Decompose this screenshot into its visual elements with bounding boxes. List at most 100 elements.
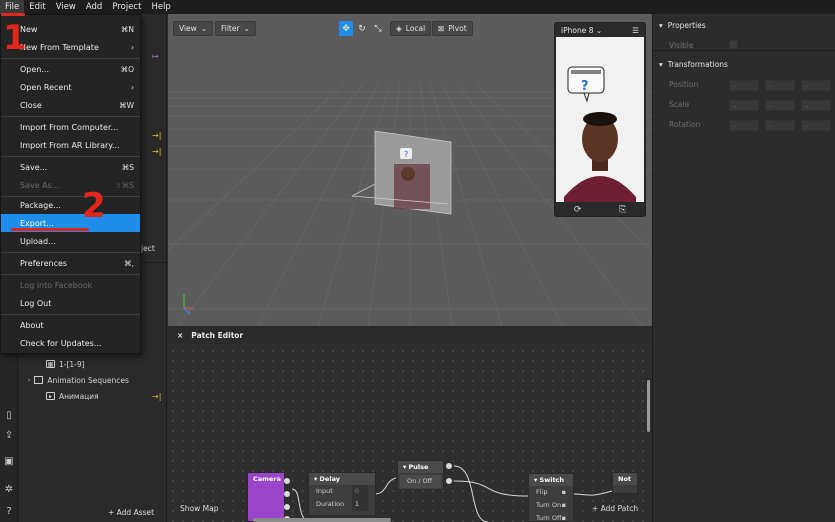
not-patch[interactable]: Not [612,472,638,494]
delay-patch[interactable]: ▾ Delay Input 0 Duration 1 [308,472,376,516]
share-icon[interactable]: ⇪ [3,430,15,442]
device-icon[interactable]: ▯ [3,410,15,422]
scale-tool-icon[interactable]: ⤡ [371,21,385,36]
switch-patch-title: ▾ Switch [529,474,573,486]
svg-text:?: ? [404,150,408,159]
preview-screen[interactable]: ? [556,37,644,202]
menu-item-open-recent[interactable]: Open Recent › [1,78,140,96]
rotation-z-field[interactable]: – [801,120,831,131]
menu-separator [1,116,140,117]
output-port[interactable] [284,504,290,510]
output-port[interactable] [446,463,452,469]
menu-separator [1,274,140,275]
position-label: Position [669,80,699,89]
menu-separator [1,156,140,157]
menu-item-check-for-updates[interactable]: Check for Updates... [1,334,140,352]
folder-add-icon[interactable]: ▣ [3,456,15,468]
menu-item-import-from-ar-library[interactable]: Import From AR Library... [1,136,140,154]
position-z-field[interactable]: – [801,80,831,91]
menu-item-close[interactable]: Close ⌘W [1,96,140,114]
position-x-field[interactable]: – [729,80,759,91]
divider [653,50,835,51]
chevron-down-icon: ⌄ [243,24,250,33]
help-icon[interactable]: ? [3,506,15,518]
link-arrow-icon[interactable]: ↦ [152,52,159,61]
asset-item-texture[interactable]: ▦ 1-[1-9] [46,357,85,371]
chevron-right-icon: › [131,42,134,52]
add-object-label[interactable]: ject [141,244,155,253]
output-port[interactable] [284,478,290,484]
menu-item-import-from-computer[interactable]: Import From Computer... [1,118,140,136]
chevron-down-icon: ⌄ [200,24,208,33]
menu-icon[interactable]: ☰ [632,26,639,35]
local-space-button[interactable]: ◈ Local [390,21,432,36]
scale-x-field[interactable]: – [729,100,759,111]
rotation-y-field[interactable]: – [765,120,795,131]
menu-view[interactable]: View [51,0,81,14]
menu-item-about[interactable]: About [1,316,140,334]
device-preview: iPhone 8 ⌄ ☰ ? ⟳ ⎘ [554,22,646,217]
annotation-underline-export [11,228,89,231]
delay-duration-field[interactable]: 1 [351,498,368,511]
menu-file[interactable]: File [0,0,25,14]
transformations-section[interactable]: ▾ Transformations [659,60,728,69]
inspector-panel: ▾ Properties Visible ▾ Transformations P… [652,14,835,522]
chevron-down-icon: ▾ [659,60,663,69]
pulse-patch-title: ▾ Pulse [398,461,443,473]
menu-edit[interactable]: Edit [24,0,50,14]
rotate-device-icon[interactable]: ⟳ [574,205,582,215]
animation-icon: ▸ [46,392,55,400]
device-selector[interactable]: iPhone 8 ⌄ [561,26,602,35]
patch-editor[interactable]: × Patch Editor Camera ▾ Delay Input 0 Dur… [168,326,652,522]
menu-item-package[interactable]: Package... [1,196,140,214]
menu-item-log-into-facebook: Log into Facebook [20,280,93,290]
vertical-scrollbar[interactable] [647,380,650,432]
switch-patch[interactable]: ▾ Switch Flip ▪ Turn On ▪ Turn Off ▪ [528,473,574,522]
link-arrow-icon[interactable]: →| [152,131,161,140]
scale-label: Scale [669,100,690,109]
menu-help[interactable]: Help [146,0,175,14]
show-map-button[interactable]: Show Map [180,504,218,513]
link-arrow-icon[interactable]: →| [152,147,161,156]
texture-icon: ▦ [46,360,55,368]
folder-icon [34,376,44,384]
position-y-field[interactable]: – [765,80,795,91]
delay-input-field[interactable]: 0 [351,485,368,498]
menu-project[interactable]: Project [107,0,146,14]
view-dropdown[interactable]: View ⌄ [173,21,214,36]
menu-bar: File Edit View Add Project Help [0,0,835,14]
menu-item-open[interactable]: Open... ⌘O [1,60,140,78]
output-port[interactable] [284,491,290,497]
rotation-label: Rotation [669,120,701,129]
scale-y-field[interactable]: – [765,100,795,111]
move-tool-icon[interactable]: ✥ [339,21,353,36]
menu-add[interactable]: Add [81,0,107,14]
chevron-down-icon: ▾ [659,21,663,30]
menu-item-save[interactable]: Save... ⌘S [1,158,140,176]
menu-item-upload[interactable]: Upload... [1,232,140,250]
scale-z-field[interactable]: – [801,100,831,111]
asset-item-animation[interactable]: ▸ Анимация [46,389,99,403]
menu-separator [1,314,140,315]
asset-folder-animation[interactable]: › Animation Sequences [28,373,129,387]
visible-checkbox[interactable] [729,40,738,49]
horizontal-scrollbar[interactable] [253,518,391,522]
camera-patch[interactable]: Camera [247,472,285,522]
not-patch-title: Not [613,473,637,485]
rotate-tool-icon[interactable]: ↻ [355,21,369,36]
orientation-icon[interactable]: ⎘ [619,205,626,215]
output-port[interactable] [446,478,452,484]
pivot-button[interactable]: ⊠ Pivot [432,21,473,36]
filter-dropdown[interactable]: Filter ⌄ [215,21,256,36]
bug-icon[interactable]: ✲ [3,484,15,496]
link-arrow-icon[interactable]: →| [152,392,161,401]
menu-item-preferences[interactable]: Preferences ⌘, [1,254,140,272]
add-patch-button[interactable]: + Add Patch [592,504,638,513]
menu-item-log-out[interactable]: Log Out [1,294,140,312]
rotation-x-field[interactable]: – [729,120,759,131]
pulse-patch[interactable]: ▾ Pulse On / Off [397,460,444,490]
add-asset-button[interactable]: + Add Asset [108,508,154,517]
properties-section[interactable]: ▾ Properties [659,21,706,30]
annotation-step-2: 2 [82,186,106,226]
pivot-icon: ⊠ [438,24,445,33]
